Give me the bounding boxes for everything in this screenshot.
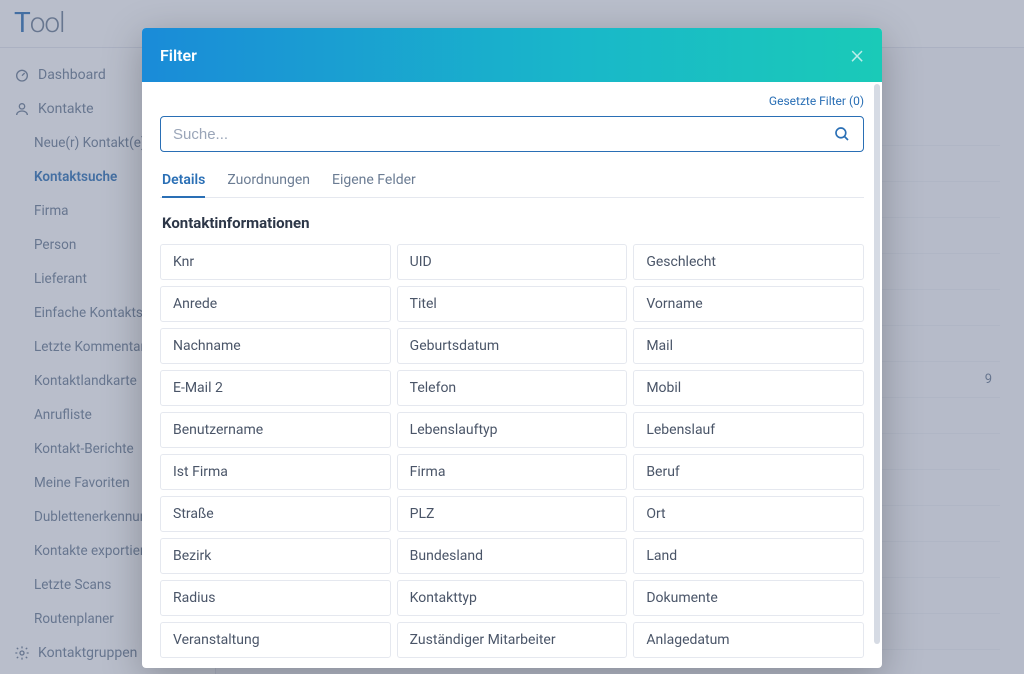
filter-land[interactable]: Land <box>633 538 864 574</box>
filter-firma[interactable]: Firma <box>397 454 628 490</box>
filter-ist-firma[interactable]: Ist Firma <box>160 454 391 490</box>
section-kontaktinformationen: Kontaktinformationen <box>160 198 864 244</box>
filter-lebenslauftyp[interactable]: Lebenslauftyp <box>397 412 628 448</box>
filter-bezirk[interactable]: Bezirk <box>160 538 391 574</box>
filter-beruf[interactable]: Beruf <box>633 454 864 490</box>
search-icon[interactable] <box>833 125 851 143</box>
filter-titel[interactable]: Titel <box>397 286 628 322</box>
filter-ort[interactable]: Ort <box>633 496 864 532</box>
set-filters-link[interactable]: Gesetzte Filter (0) <box>160 94 864 116</box>
tab-zuordnungen[interactable]: Zuordnungen <box>227 164 310 197</box>
filter-mail[interactable]: Mail <box>633 328 864 364</box>
filter-zustaendiger-mitarbeiter[interactable]: Zuständiger Mitarbeiter <box>397 622 628 658</box>
filter-knr[interactable]: Knr <box>160 244 391 280</box>
tab-details[interactable]: Details <box>162 164 205 198</box>
filter-nachname[interactable]: Nachname <box>160 328 391 364</box>
search-field-wrap[interactable] <box>160 116 864 152</box>
filter-tabs: Details Zuordnungen Eigene Felder <box>160 164 864 198</box>
filter-lebenslauf[interactable]: Lebenslauf <box>633 412 864 448</box>
filter-email2[interactable]: E-Mail 2 <box>160 370 391 406</box>
filter-uid[interactable]: UID <box>397 244 628 280</box>
filter-plz[interactable]: PLZ <box>397 496 628 532</box>
filter-mobil[interactable]: Mobil <box>633 370 864 406</box>
filter-benutzername[interactable]: Benutzername <box>160 412 391 448</box>
modal-overlay[interactable]: Filter × Gesetzte Filter (0) Details Zuo… <box>0 0 1024 674</box>
filter-veranstaltung[interactable]: Veranstaltung <box>160 622 391 658</box>
filter-anrede[interactable]: Anrede <box>160 286 391 322</box>
filter-grid: Knr UID Geschlecht Anrede Titel Vorname … <box>160 244 864 668</box>
search-input[interactable] <box>173 126 833 143</box>
modal-body: Gesetzte Filter (0) Details Zuordnungen … <box>142 82 882 668</box>
filter-bundesland[interactable]: Bundesland <box>397 538 628 574</box>
filter-kontakttyp[interactable]: Kontakttyp <box>397 580 628 616</box>
filter-vorname[interactable]: Vorname <box>633 286 864 322</box>
filter-dokumente[interactable]: Dokumente <box>633 580 864 616</box>
modal-title: Filter <box>160 46 197 65</box>
filter-anlagedatum[interactable]: Anlagedatum <box>633 622 864 658</box>
filter-strasse[interactable]: Straße <box>160 496 391 532</box>
close-icon[interactable]: × <box>850 42 864 68</box>
modal-header: Filter × <box>142 28 882 82</box>
filter-modal: Filter × Gesetzte Filter (0) Details Zuo… <box>142 28 882 668</box>
filter-geburtsdatum[interactable]: Geburtsdatum <box>397 328 628 364</box>
tab-eigene-felder[interactable]: Eigene Felder <box>332 164 416 197</box>
filter-radius[interactable]: Radius <box>160 580 391 616</box>
filter-telefon[interactable]: Telefon <box>397 370 628 406</box>
filter-geschlecht[interactable]: Geschlecht <box>633 244 864 280</box>
